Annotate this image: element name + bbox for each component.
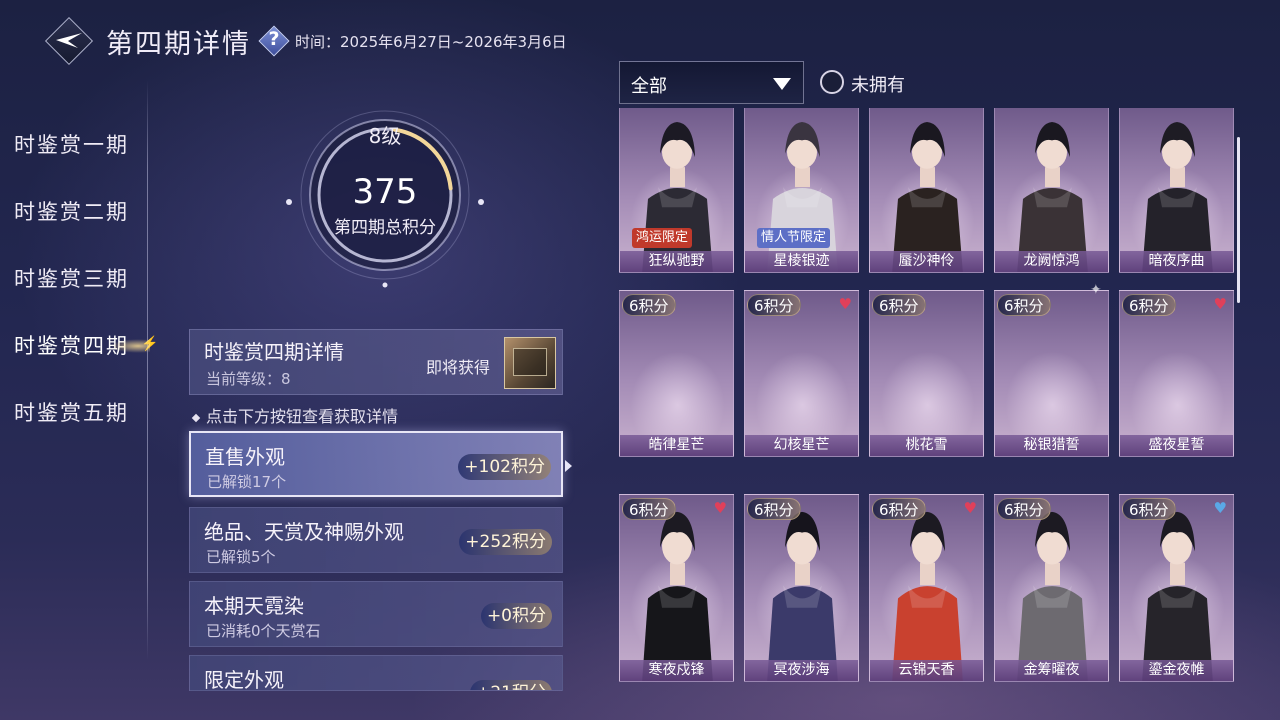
total-score-label: 第四期总积分	[334, 218, 436, 238]
points-badge: 6积分	[997, 498, 1051, 520]
category-premium[interactable]: 绝品、天赏及神赐外观 已解锁5个 +252积分	[189, 507, 563, 573]
dropdown-caret-icon	[773, 78, 791, 90]
character-portrait	[1142, 511, 1213, 681]
outfit-card[interactable]: 秘银猎誓 6积分	[994, 290, 1109, 457]
sparkle-icon: ✦	[1090, 282, 1102, 298]
points-badge: +252积分	[459, 529, 552, 555]
page-title: 第四期详情	[106, 28, 251, 60]
outfit-name: 秘银猎誓	[995, 435, 1108, 456]
outfit-name: 蜃沙神伶	[870, 251, 983, 272]
nav-item-period-4[interactable]: 时鉴赏四期 ⚡	[0, 313, 160, 380]
selected-arrow-icon	[565, 460, 572, 472]
outfit-name: 冥夜涉海	[745, 660, 858, 681]
points-badge: 6积分	[622, 294, 676, 316]
outfit-card[interactable]: 幻核星芒 6积分 ♥	[744, 290, 859, 457]
points-badge: 6积分	[997, 294, 1051, 316]
outfit-card[interactable]: 金筹曜夜 6积分	[994, 494, 1109, 682]
character-portrait	[892, 511, 963, 681]
filter-dropdown[interactable]: 全部	[619, 61, 804, 104]
outfit-card[interactable]: 桃花雪 6积分	[869, 290, 984, 457]
outfit-name: 狂纵驰野	[620, 251, 733, 272]
outfit-card[interactable]: 寒夜戍锋 6积分 ♥	[619, 494, 734, 682]
heart-icon: ♥	[838, 295, 852, 313]
character-portrait	[767, 122, 838, 272]
period-detail-card: 时鉴赏四期详情 当前等级：8 即将获得	[189, 329, 563, 395]
heart-icon: ♥	[1213, 499, 1227, 517]
points-badge: 6积分	[622, 498, 676, 520]
outfit-card[interactable]: 狂纵驰野 鸿运限定	[619, 108, 734, 273]
category-direct-sale[interactable]: 直售外观 已解锁17个 +102积分	[189, 431, 563, 497]
bullet-icon	[191, 413, 201, 422]
points-badge: 6积分	[872, 294, 926, 316]
outfit-card[interactable]: 星棱银迹 情人节限定	[744, 108, 859, 273]
period-nav: 时鉴赏一期 时鉴赏二期 时鉴赏三期 时鉴赏四期 ⚡ 时鉴赏五期	[0, 112, 160, 447]
character-portrait	[1017, 122, 1088, 272]
heart-icon: ♥	[963, 499, 977, 517]
hint-text: 点击下方按钮查看获取详情	[191, 403, 398, 427]
points-badge: 6积分	[1122, 294, 1176, 316]
limited-tag: 鸿运限定	[632, 228, 693, 248]
outfit-grid: 狂纵驰野 鸿运限定 星棱银迹 情人节限定 蜃沙神伶 龙阙惊鸿 暗夜序曲 皓律星芒 6积分 幻核星芒…	[619, 108, 1239, 688]
points-badge: +102积分	[458, 454, 551, 480]
active-marker-icon: ⚡	[141, 336, 161, 352]
outfit-card[interactable]: 暗夜序曲	[1119, 108, 1234, 273]
outfit-card[interactable]: 皓律星芒 6积分	[619, 290, 734, 457]
level-text: 8级	[368, 124, 402, 148]
nav-item-period-5[interactable]: 时鉴赏五期	[0, 380, 160, 447]
outfit-name: 桃花雪	[870, 435, 983, 456]
nav-item-period-2[interactable]: 时鉴赏二期	[0, 179, 160, 246]
outfit-name: 龙阙惊鸿	[995, 251, 1108, 272]
back-arrow-icon	[56, 33, 82, 48]
outfit-card[interactable]: 盛夜星誓 6积分 ♥	[1119, 290, 1234, 457]
outfit-name: 盛夜星誓	[1120, 435, 1233, 456]
detail-title: 时鉴赏四期详情	[204, 340, 344, 364]
outfit-name: 星棱银迹	[745, 251, 858, 272]
heart-icon: ♥	[713, 499, 727, 517]
not-owned-checkbox[interactable]	[820, 70, 844, 94]
score-ring: 8级 375 第四期总积分	[275, 110, 495, 295]
category-dye[interactable]: 本期天霓染 已消耗0个天赏石 +0积分	[189, 581, 563, 647]
outfit-card[interactable]: 冥夜涉海 6积分	[744, 494, 859, 682]
grid-scrollbar[interactable]	[1237, 137, 1240, 303]
outfit-name: 皓律星芒	[620, 435, 733, 456]
heart-icon: ♥	[1213, 295, 1227, 313]
header: 第四期详情 ? 时间：2025年6月27日~2026年3月6日	[44, 16, 567, 66]
upcoming-reward-label: 即将获得	[426, 358, 491, 377]
outfit-name: 鎏金夜帷	[1120, 660, 1233, 681]
outfit-card[interactable]: 鎏金夜帷 6积分 ♥	[1119, 494, 1234, 682]
outfit-name: 暗夜序曲	[1120, 251, 1233, 272]
nav-item-period-1[interactable]: 时鉴赏一期	[0, 112, 160, 179]
outfit-name: 寒夜戍锋	[620, 660, 733, 681]
outfit-name: 金筹曜夜	[995, 660, 1108, 681]
character-portrait	[892, 122, 963, 272]
points-badge: 6积分	[747, 498, 801, 520]
outfit-name: 幻核星芒	[745, 435, 858, 456]
outfit-card[interactable]: 蜃沙神伶	[869, 108, 984, 273]
character-portrait	[642, 511, 713, 681]
nav-item-period-3[interactable]: 时鉴赏三期	[0, 246, 160, 313]
back-button[interactable]	[44, 16, 94, 66]
upcoming-reward-item[interactable]	[504, 337, 556, 389]
reward-icon	[513, 348, 547, 376]
points-badge: +21积分	[470, 680, 552, 690]
current-level: 当前等级：8	[206, 370, 291, 388]
character-portrait	[1017, 511, 1088, 681]
period-time: 时间：2025年6月27日~2026年3月6日	[295, 32, 567, 51]
character-portrait	[767, 511, 838, 681]
points-badge: +0积分	[480, 603, 552, 629]
outfit-card[interactable]: 云锦天香 6积分 ♥	[869, 494, 984, 682]
character-portrait	[642, 122, 713, 272]
not-owned-label: 未拥有	[851, 75, 905, 96]
points-badge: 6积分	[747, 294, 801, 316]
help-button[interactable]: ?	[257, 24, 291, 58]
points-badge: 6积分	[1122, 498, 1176, 520]
character-portrait	[1142, 122, 1213, 272]
total-score: 375	[352, 172, 418, 212]
limited-tag: 情人节限定	[757, 228, 831, 248]
points-badge: 6积分	[872, 498, 926, 520]
category-limited[interactable]: 限定外观 +21积分	[189, 655, 563, 691]
outfit-name: 云锦天香	[870, 660, 983, 681]
outfit-card[interactable]: 龙阙惊鸿	[994, 108, 1109, 273]
